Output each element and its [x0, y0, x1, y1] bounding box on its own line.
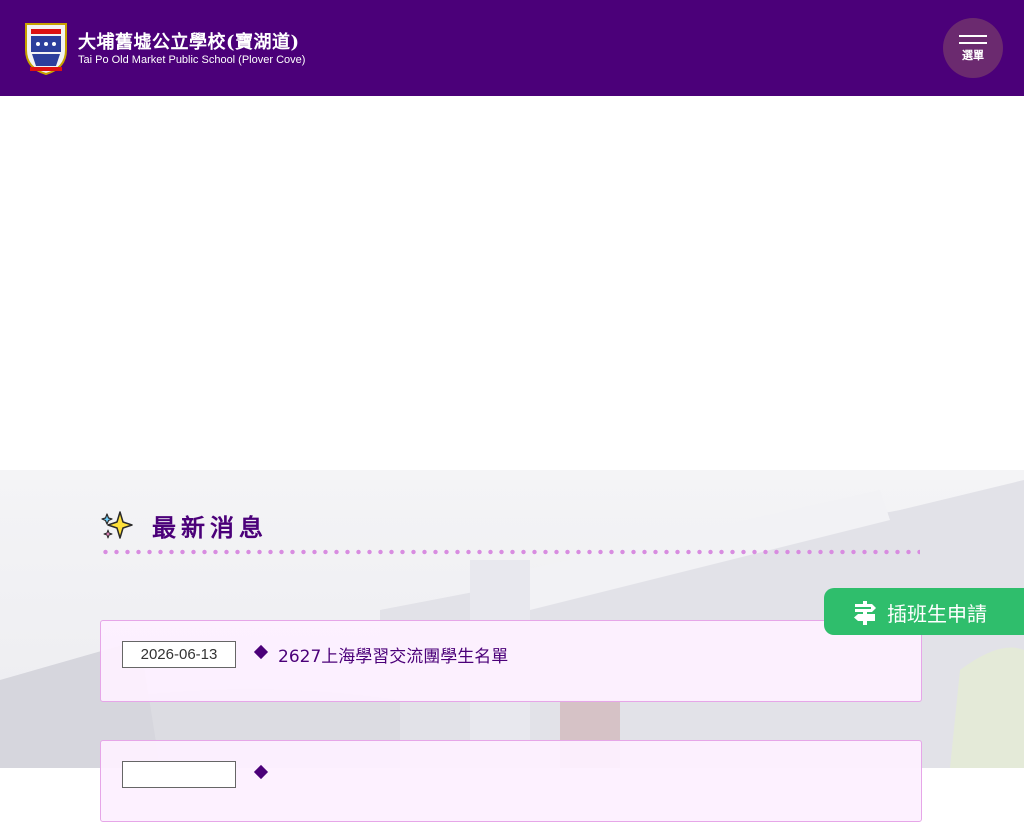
diamond-bullet-icon: [253, 644, 269, 660]
menu-label: 選單: [962, 49, 984, 62]
site-header: 大埔舊墟公立學校(寶湖道) Tai Po Old Market Public S…: [0, 0, 1024, 96]
school-name-en: Tai Po Old Market Public School (Plover …: [78, 54, 306, 66]
news-title: 最新消息: [152, 513, 268, 542]
dotted-divider: [100, 549, 920, 555]
news-item[interactable]: 2026-06-13 2627上海學習交流團學生名單: [100, 620, 922, 702]
hamburger-menu-icon: [959, 42, 987, 44]
transfer-application-label: 插班生申請: [887, 602, 987, 626]
news-date: 2026-06-13: [122, 641, 236, 668]
hamburger-menu-icon: [959, 35, 987, 37]
signpost-icon: [854, 601, 876, 625]
sparkle-icon: [101, 511, 133, 539]
banner-area: [0, 96, 1024, 470]
school-name-zh: 大埔舊墟公立學校(寶湖道): [78, 32, 300, 53]
school-crest-icon[interactable]: [22, 20, 70, 76]
transfer-application-button[interactable]: 插班生申請: [824, 588, 1024, 635]
news-item-title[interactable]: 2627上海學習交流團學生名單: [278, 642, 508, 667]
menu-button[interactable]: 選單: [943, 18, 1003, 78]
news-item[interactable]: [100, 740, 922, 822]
news-date: [122, 761, 236, 788]
diamond-bullet-icon: [253, 764, 269, 780]
